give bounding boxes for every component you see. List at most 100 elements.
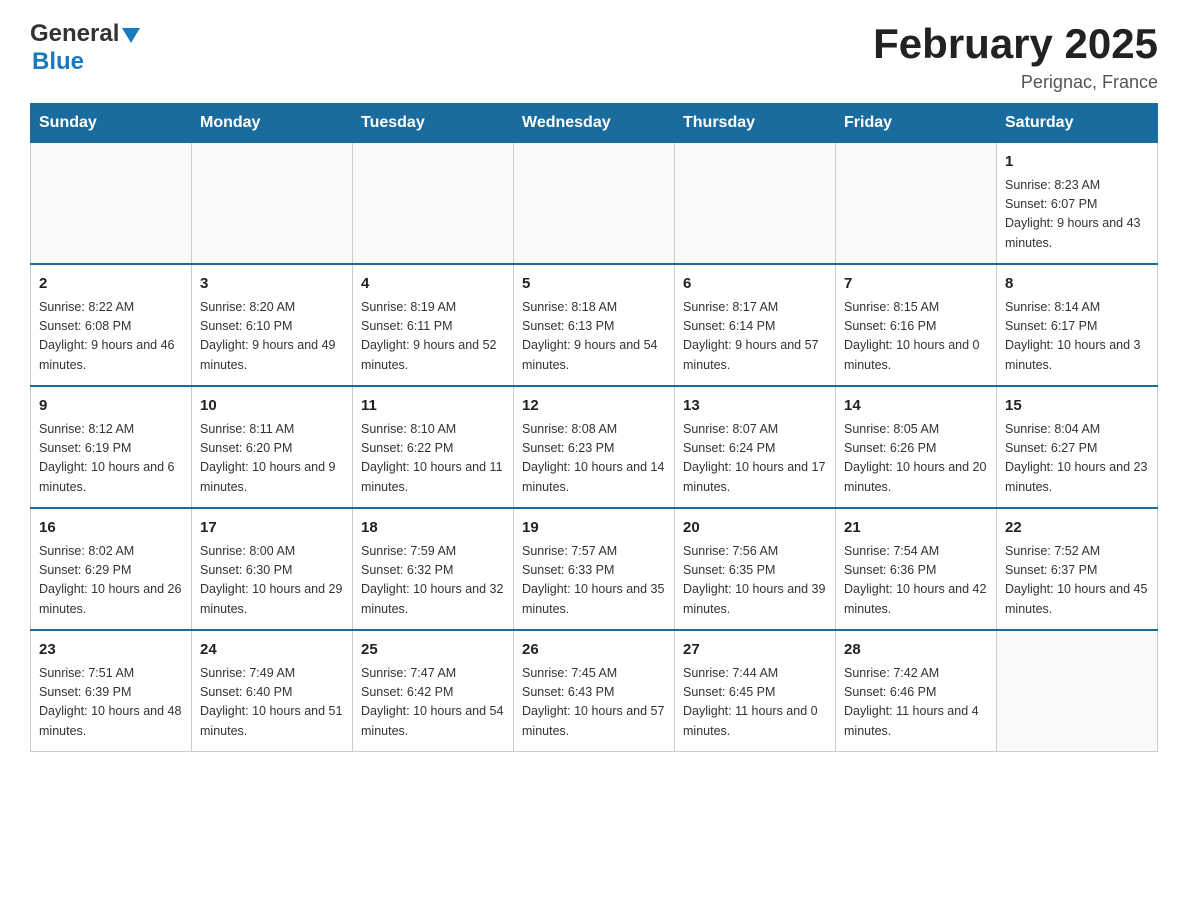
calendar-cell: 6Sunrise: 8:17 AM Sunset: 6:14 PM Daylig…: [675, 264, 836, 386]
calendar-cell: 27Sunrise: 7:44 AM Sunset: 6:45 PM Dayli…: [675, 630, 836, 752]
day-info: Sunrise: 8:14 AM Sunset: 6:17 PM Dayligh…: [1005, 298, 1149, 376]
calendar-cell: 14Sunrise: 8:05 AM Sunset: 6:26 PM Dayli…: [836, 386, 997, 508]
calendar-week-row: 2Sunrise: 8:22 AM Sunset: 6:08 PM Daylig…: [31, 264, 1158, 386]
weekday-header-monday: Monday: [192, 104, 353, 143]
calendar-cell: [514, 143, 675, 265]
day-info: Sunrise: 7:52 AM Sunset: 6:37 PM Dayligh…: [1005, 542, 1149, 620]
day-info: Sunrise: 7:51 AM Sunset: 6:39 PM Dayligh…: [39, 664, 183, 742]
day-info: Sunrise: 8:17 AM Sunset: 6:14 PM Dayligh…: [683, 298, 827, 376]
calendar-cell: 10Sunrise: 8:11 AM Sunset: 6:20 PM Dayli…: [192, 386, 353, 508]
calendar-cell: 19Sunrise: 7:57 AM Sunset: 6:33 PM Dayli…: [514, 508, 675, 630]
calendar-cell: [836, 143, 997, 265]
day-number: 8: [1005, 273, 1149, 296]
day-number: 6: [683, 273, 827, 296]
day-number: 10: [200, 395, 344, 418]
calendar-cell: 26Sunrise: 7:45 AM Sunset: 6:43 PM Dayli…: [514, 630, 675, 752]
day-number: 25: [361, 639, 505, 662]
calendar-cell: [192, 143, 353, 265]
day-number: 26: [522, 639, 666, 662]
day-number: 27: [683, 639, 827, 662]
calendar-cell: 23Sunrise: 7:51 AM Sunset: 6:39 PM Dayli…: [31, 630, 192, 752]
day-info: Sunrise: 7:49 AM Sunset: 6:40 PM Dayligh…: [200, 664, 344, 742]
day-number: 4: [361, 273, 505, 296]
day-number: 18: [361, 517, 505, 540]
day-info: Sunrise: 8:10 AM Sunset: 6:22 PM Dayligh…: [361, 420, 505, 498]
day-info: Sunrise: 7:45 AM Sunset: 6:43 PM Dayligh…: [522, 664, 666, 742]
day-number: 7: [844, 273, 988, 296]
day-number: 13: [683, 395, 827, 418]
day-info: Sunrise: 8:20 AM Sunset: 6:10 PM Dayligh…: [200, 298, 344, 376]
calendar-cell: 24Sunrise: 7:49 AM Sunset: 6:40 PM Dayli…: [192, 630, 353, 752]
calendar-week-row: 9Sunrise: 8:12 AM Sunset: 6:19 PM Daylig…: [31, 386, 1158, 508]
day-info: Sunrise: 8:05 AM Sunset: 6:26 PM Dayligh…: [844, 420, 988, 498]
day-number: 19: [522, 517, 666, 540]
weekday-header-wednesday: Wednesday: [514, 104, 675, 143]
logo-general-text: General: [30, 20, 119, 48]
day-info: Sunrise: 8:19 AM Sunset: 6:11 PM Dayligh…: [361, 298, 505, 376]
calendar-cell: 16Sunrise: 8:02 AM Sunset: 6:29 PM Dayli…: [31, 508, 192, 630]
logo: General Blue: [30, 20, 140, 76]
calendar-cell: [353, 143, 514, 265]
day-number: 24: [200, 639, 344, 662]
day-number: 20: [683, 517, 827, 540]
day-info: Sunrise: 8:15 AM Sunset: 6:16 PM Dayligh…: [844, 298, 988, 376]
day-info: Sunrise: 7:54 AM Sunset: 6:36 PM Dayligh…: [844, 542, 988, 620]
calendar-cell: 13Sunrise: 8:07 AM Sunset: 6:24 PM Dayli…: [675, 386, 836, 508]
calendar-cell: 18Sunrise: 7:59 AM Sunset: 6:32 PM Dayli…: [353, 508, 514, 630]
day-number: 17: [200, 517, 344, 540]
day-number: 12: [522, 395, 666, 418]
calendar-cell: 5Sunrise: 8:18 AM Sunset: 6:13 PM Daylig…: [514, 264, 675, 386]
location-label: Perignac, France: [873, 72, 1158, 93]
day-number: 14: [844, 395, 988, 418]
calendar-table: SundayMondayTuesdayWednesdayThursdayFrid…: [30, 103, 1158, 752]
calendar-cell: 22Sunrise: 7:52 AM Sunset: 6:37 PM Dayli…: [997, 508, 1158, 630]
page-header: General Blue February 2025 Perignac, Fra…: [30, 20, 1158, 93]
calendar-cell: 8Sunrise: 8:14 AM Sunset: 6:17 PM Daylig…: [997, 264, 1158, 386]
day-info: Sunrise: 8:22 AM Sunset: 6:08 PM Dayligh…: [39, 298, 183, 376]
day-info: Sunrise: 8:11 AM Sunset: 6:20 PM Dayligh…: [200, 420, 344, 498]
day-number: 1: [1005, 151, 1149, 174]
day-number: 2: [39, 273, 183, 296]
weekday-header-row: SundayMondayTuesdayWednesdayThursdayFrid…: [31, 104, 1158, 143]
day-info: Sunrise: 7:57 AM Sunset: 6:33 PM Dayligh…: [522, 542, 666, 620]
calendar-week-row: 23Sunrise: 7:51 AM Sunset: 6:39 PM Dayli…: [31, 630, 1158, 752]
calendar-cell: 15Sunrise: 8:04 AM Sunset: 6:27 PM Dayli…: [997, 386, 1158, 508]
day-info: Sunrise: 8:23 AM Sunset: 6:07 PM Dayligh…: [1005, 176, 1149, 254]
day-info: Sunrise: 7:42 AM Sunset: 6:46 PM Dayligh…: [844, 664, 988, 742]
calendar-cell: 7Sunrise: 8:15 AM Sunset: 6:16 PM Daylig…: [836, 264, 997, 386]
weekday-header-thursday: Thursday: [675, 104, 836, 143]
calendar-cell: 12Sunrise: 8:08 AM Sunset: 6:23 PM Dayli…: [514, 386, 675, 508]
day-info: Sunrise: 7:59 AM Sunset: 6:32 PM Dayligh…: [361, 542, 505, 620]
calendar-cell: 20Sunrise: 7:56 AM Sunset: 6:35 PM Dayli…: [675, 508, 836, 630]
weekday-header-friday: Friday: [836, 104, 997, 143]
day-number: 15: [1005, 395, 1149, 418]
day-number: 23: [39, 639, 183, 662]
day-info: Sunrise: 8:00 AM Sunset: 6:30 PM Dayligh…: [200, 542, 344, 620]
day-number: 21: [844, 517, 988, 540]
day-number: 9: [39, 395, 183, 418]
weekday-header-sunday: Sunday: [31, 104, 192, 143]
day-info: Sunrise: 7:47 AM Sunset: 6:42 PM Dayligh…: [361, 664, 505, 742]
calendar-week-row: 1Sunrise: 8:23 AM Sunset: 6:07 PM Daylig…: [31, 143, 1158, 265]
weekday-header-saturday: Saturday: [997, 104, 1158, 143]
calendar-cell: 1Sunrise: 8:23 AM Sunset: 6:07 PM Daylig…: [997, 143, 1158, 265]
calendar-cell: 21Sunrise: 7:54 AM Sunset: 6:36 PM Dayli…: [836, 508, 997, 630]
day-info: Sunrise: 8:04 AM Sunset: 6:27 PM Dayligh…: [1005, 420, 1149, 498]
calendar-cell: 2Sunrise: 8:22 AM Sunset: 6:08 PM Daylig…: [31, 264, 192, 386]
calendar-cell: 9Sunrise: 8:12 AM Sunset: 6:19 PM Daylig…: [31, 386, 192, 508]
calendar-cell: [675, 143, 836, 265]
logo-blue-text: Blue: [32, 48, 84, 76]
title-section: February 2025 Perignac, France: [873, 20, 1158, 93]
calendar-cell: [31, 143, 192, 265]
day-info: Sunrise: 8:18 AM Sunset: 6:13 PM Dayligh…: [522, 298, 666, 376]
calendar-cell: [997, 630, 1158, 752]
logo-triangle-icon: [122, 28, 140, 43]
day-number: 3: [200, 273, 344, 296]
calendar-cell: 28Sunrise: 7:42 AM Sunset: 6:46 PM Dayli…: [836, 630, 997, 752]
day-info: Sunrise: 8:08 AM Sunset: 6:23 PM Dayligh…: [522, 420, 666, 498]
calendar-cell: 11Sunrise: 8:10 AM Sunset: 6:22 PM Dayli…: [353, 386, 514, 508]
month-title: February 2025: [873, 20, 1158, 68]
day-info: Sunrise: 8:07 AM Sunset: 6:24 PM Dayligh…: [683, 420, 827, 498]
calendar-cell: 17Sunrise: 8:00 AM Sunset: 6:30 PM Dayli…: [192, 508, 353, 630]
calendar-week-row: 16Sunrise: 8:02 AM Sunset: 6:29 PM Dayli…: [31, 508, 1158, 630]
